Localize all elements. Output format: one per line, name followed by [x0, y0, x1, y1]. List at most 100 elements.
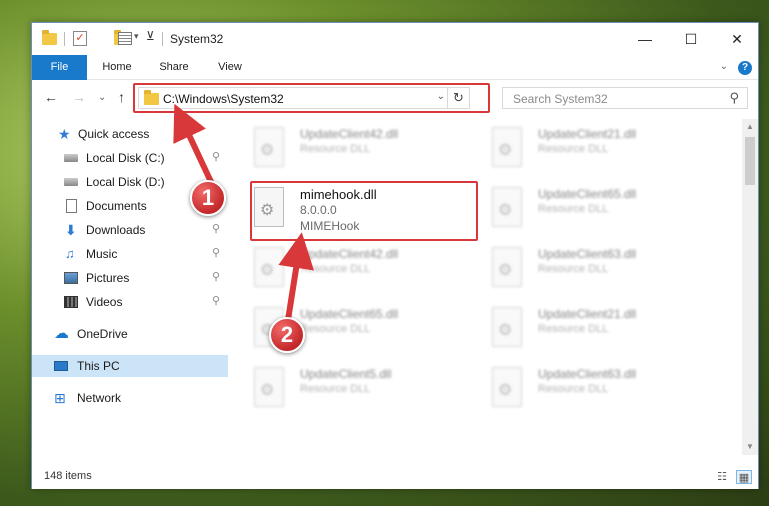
scroll-down-icon[interactable]: ▼ [742, 439, 758, 455]
sidebar-item-local-disk-c[interactable]: Local Disk (C:) ⚲ [32, 147, 228, 169]
file-item[interactable]: UpdateClient65.dll Resource DLL [232, 303, 452, 359]
search-icon[interactable]: ⚲ [729, 90, 739, 106]
pin-icon: ⚲ [212, 151, 221, 163]
vertical-scrollbar[interactable]: ▲ ▼ [742, 119, 758, 455]
sidebar-item-label: OneDrive [77, 327, 128, 341]
window-title: System32 [170, 32, 224, 46]
scroll-up-icon[interactable]: ▲ [742, 119, 758, 135]
sidebar-item-label: Music [86, 247, 118, 261]
file-explorer-window: ✓ ▾ ⊻ System32 — ☐ ✕ File Home Share Vie… [31, 22, 759, 489]
file-item[interactable]: UpdateClient42.dll Resource DLL [232, 123, 452, 179]
sidebar-item-downloads[interactable]: ⬇ Downloads ⚲ [32, 219, 228, 241]
file-item[interactable]: UpdateClient21.dll Resource DLL [470, 123, 690, 179]
file-item[interactable]: UpdateClient63.dll Resource DLL [470, 363, 690, 419]
file-item[interactable]: UpdateClient21.dll Resource DLL [470, 303, 690, 359]
sidebar-item-label: Network [77, 391, 122, 405]
dll-file-icon [492, 247, 522, 287]
minimize-button[interactable]: — [622, 23, 668, 55]
search-box[interactable]: Search System32 ⚲ [502, 87, 748, 109]
file-name: UpdateClient5.dll [300, 367, 392, 381]
dll-file-icon [492, 307, 522, 347]
sidebar-item-label: Pictures [86, 271, 130, 285]
file-name: UpdateClient21.dll [538, 307, 637, 321]
sidebar-item-onedrive[interactable]: ☁ OneDrive [32, 323, 228, 345]
step-1-badge: 1 [190, 180, 226, 216]
tab-view[interactable]: View [208, 55, 252, 80]
sidebar-item-music[interactable]: ♫ Music ⚲ [32, 243, 228, 265]
help-icon[interactable]: ? [738, 61, 752, 75]
file-type: Resource DLL [538, 263, 609, 275]
search-input-placeholder[interactable]: Search System32 [513, 92, 608, 106]
onedrive-icon: ☁ [54, 325, 69, 342]
dll-file-icon [254, 367, 284, 407]
tab-home[interactable]: Home [94, 55, 140, 80]
sidebar-item-label: Videos [86, 295, 123, 309]
file-type: Resource DLL [538, 323, 609, 335]
tab-file[interactable]: File [32, 55, 87, 80]
disk-icon [64, 178, 78, 186]
disk-icon [64, 154, 78, 162]
music-icon: ♫ [65, 246, 75, 261]
tab-share[interactable]: Share [150, 55, 198, 80]
sidebar-item-this-pc[interactable]: This PC [32, 355, 228, 377]
this-pc-icon [54, 361, 68, 371]
chevron-down-icon[interactable]: ▾ [134, 31, 139, 47]
file-type: Resource DLL [538, 383, 609, 395]
download-icon: ⬇ [65, 222, 77, 238]
customize-icon[interactable] [118, 32, 132, 45]
forward-button[interactable]: → [72, 89, 86, 105]
file-name: UpdateClient63.dll [538, 367, 637, 381]
step-2-badge: 2 [269, 317, 305, 353]
file-name: UpdateClient65.dll [300, 307, 399, 321]
star-icon: ★ [58, 126, 71, 142]
file-type: Resource DLL [300, 263, 371, 275]
dll-file-icon [492, 187, 522, 227]
title-bar: ✓ ▾ ⊻ System32 — ☐ ✕ [32, 23, 758, 55]
recent-locations-chevron-icon[interactable]: ⌄ [98, 92, 106, 103]
scrollbar-thumb[interactable] [745, 137, 755, 185]
dll-file-icon [492, 367, 522, 407]
file-item[interactable]: UpdateClient42.dll Resource DLL [232, 243, 452, 299]
address-bar-highlight [133, 83, 490, 113]
document-icon [66, 199, 77, 213]
file-name: UpdateClient42.dll [300, 127, 399, 141]
file-item[interactable]: UpdateClient5.dll Resource DLL [232, 363, 452, 419]
file-item[interactable]: UpdateClient63.dll Resource DLL [470, 243, 690, 299]
sidebar-item-videos[interactable]: Videos ⚲ [32, 291, 228, 313]
quick-access-toolbar-dropdown-icon[interactable]: ⊻ [146, 29, 155, 45]
divider [162, 32, 163, 46]
file-name: UpdateClient63.dll [538, 247, 637, 261]
sidebar-item-quick-access[interactable]: ★ Quick access [32, 123, 228, 145]
status-bar: 148 items ☷ ▦ [32, 465, 758, 489]
expand-ribbon-chevron-icon[interactable]: ⌄ [720, 61, 728, 72]
back-button[interactable]: ← [44, 89, 58, 105]
pin-icon: ⚲ [212, 271, 221, 283]
up-button[interactable]: ↑ [118, 89, 125, 105]
sidebar-item-label: Downloads [86, 223, 146, 237]
file-type: Resource DLL [538, 203, 609, 215]
dll-file-icon [492, 127, 522, 167]
maximize-button[interactable]: ☐ [668, 23, 714, 55]
properties-check-icon[interactable]: ✓ [73, 31, 87, 46]
file-name: UpdateClient42.dll [300, 247, 399, 261]
sidebar-item-label: Local Disk (C:) [86, 151, 165, 165]
close-button[interactable]: ✕ [714, 23, 760, 55]
details-view-icon[interactable]: ☷ [714, 470, 730, 484]
file-type: Resource DLL [300, 383, 371, 395]
folder-icon[interactable] [42, 30, 57, 45]
file-item[interactable]: UpdateClient65.dll Resource DLL [470, 183, 690, 239]
sidebar-item-network[interactable]: ⊞ Network [32, 387, 228, 409]
dll-file-icon [254, 247, 284, 287]
dll-file-icon [254, 127, 284, 167]
pin-icon: ⚲ [212, 247, 221, 259]
file-list: UpdateClient42.dll Resource DLL UpdateCl… [232, 119, 740, 455]
videos-icon [64, 296, 78, 308]
file-type: Resource DLL [300, 143, 371, 155]
pictures-icon [64, 272, 78, 284]
sidebar-item-label: Local Disk (D:) [86, 175, 165, 189]
large-icons-view-icon[interactable]: ▦ [736, 470, 752, 484]
file-type: Resource DLL [538, 143, 609, 155]
sidebar-item-pictures[interactable]: Pictures ⚲ [32, 267, 228, 289]
file-name: UpdateClient21.dll [538, 127, 637, 141]
navigation-bar: ← → ⌄ ↑ C:\Windows\System32 ⌄ ↻ Search S… [32, 81, 758, 115]
